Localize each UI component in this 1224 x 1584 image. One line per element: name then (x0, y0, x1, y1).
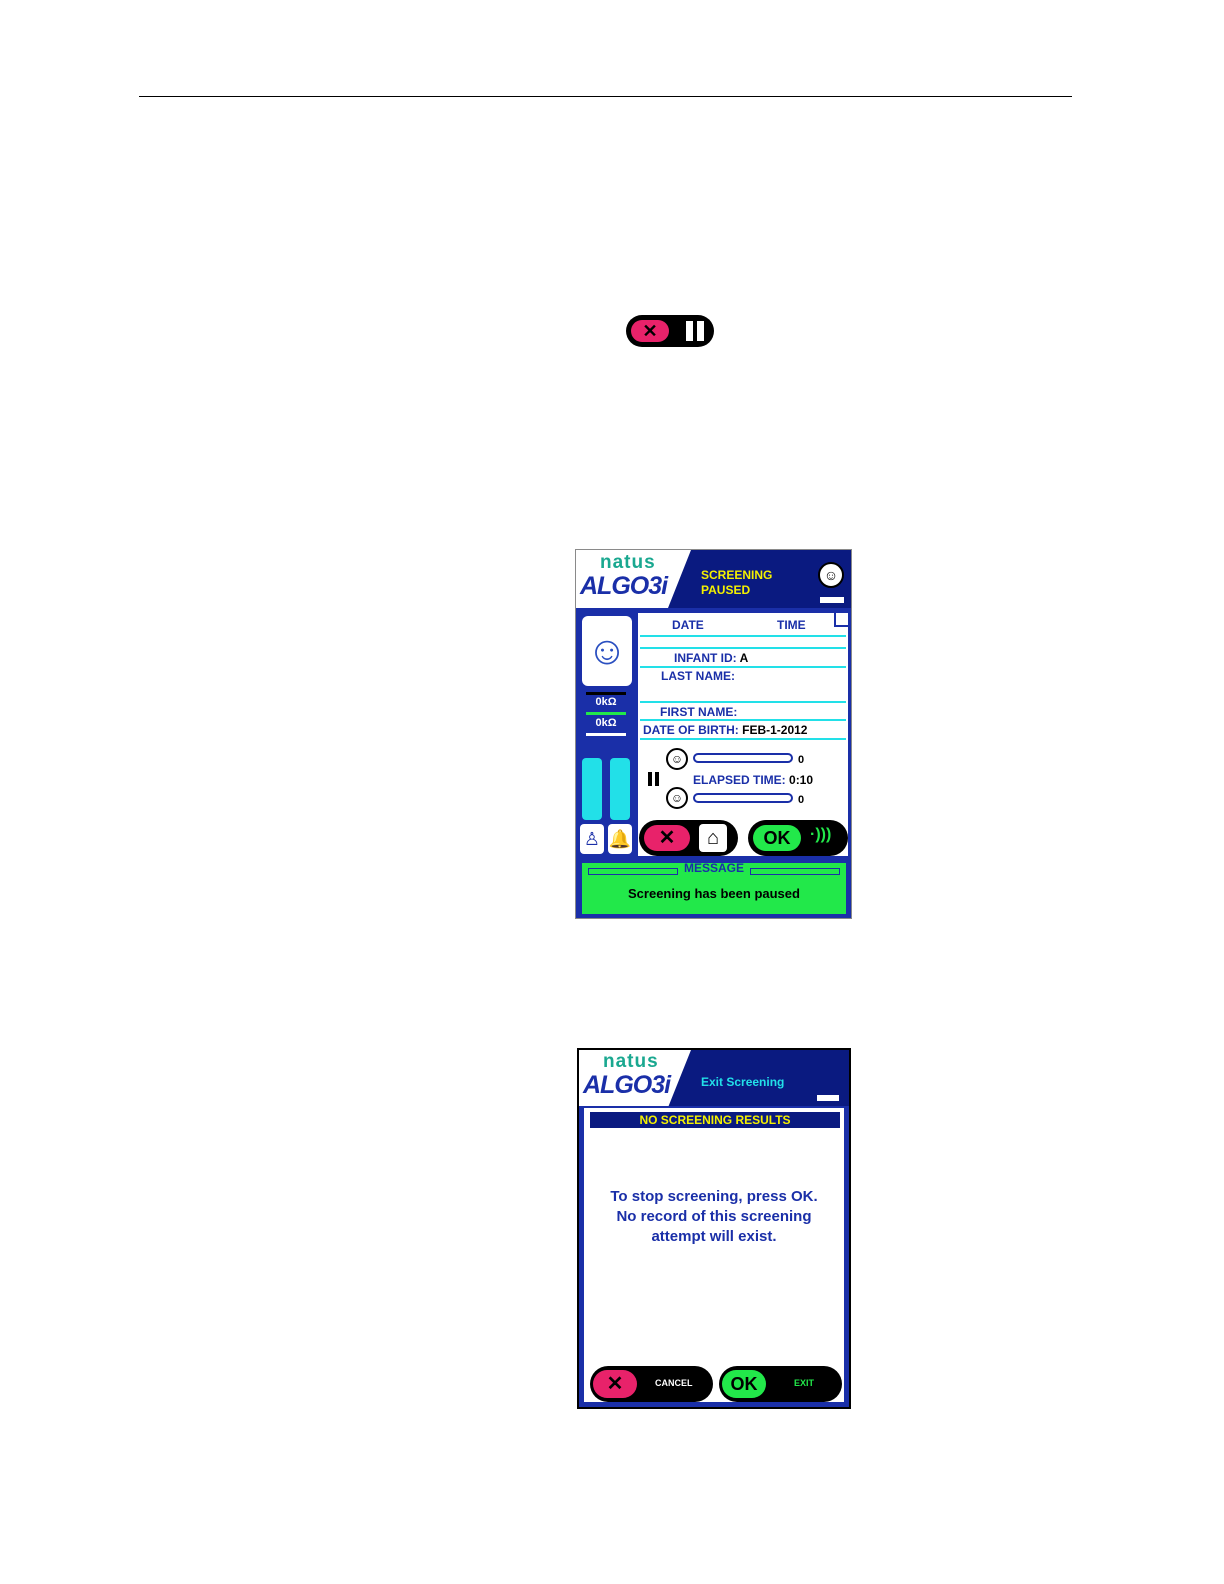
divider (640, 666, 846, 668)
exit-message: To stop screening, press OK. No record o… (584, 1187, 844, 1247)
infant-id-value: A (739, 651, 749, 665)
cancel-pause-button-pill[interactable]: ✕ (626, 315, 714, 347)
pause-icon[interactable] (684, 321, 706, 341)
exit-label[interactable]: EXIT (794, 1378, 814, 1388)
date-label: DATE (672, 618, 704, 632)
ear2-progress-bar (693, 793, 793, 803)
exit-message-line: attempt will exist. (651, 1228, 777, 1245)
impedance-bar-3 (586, 733, 626, 736)
screen-header: natus ALGO3i Exit Screening (579, 1050, 849, 1106)
ok-button[interactable]: OK (753, 825, 801, 851)
ear1-progress-bar (693, 753, 793, 763)
bell-icon-button[interactable]: 🔔 (608, 824, 632, 854)
brand-natus: natus (600, 552, 656, 573)
exit-dialog-body: NO SCREENING RESULTS To stop screening, … (584, 1108, 844, 1402)
ear1-face-icon: ☺ (666, 748, 688, 770)
signal-bar-right (610, 758, 630, 820)
brand-algo: ALGO3i (583, 1071, 671, 1099)
infant-icon-button[interactable]: ♙ (580, 824, 604, 854)
exit-screening-screen: natus ALGO3i Exit Screening NO SCREENING… (577, 1048, 851, 1409)
elapsed-time-field: ELAPSED TIME: 0:10 (693, 773, 813, 787)
ear1-progress-value: 0 (798, 754, 805, 766)
status-line-2: PAUSED (701, 583, 751, 597)
exit-message-line: To stop screening, press OK. (610, 1188, 818, 1205)
cancel-x-icon[interactable]: ✕ (593, 1370, 637, 1398)
baby-headphones-icon: ☺ (582, 616, 632, 686)
message-title: MESSAGE (683, 861, 744, 875)
brand-algo: ALGO3i (580, 572, 668, 600)
ok-button[interactable]: OK (722, 1370, 766, 1398)
pause-status-icon (648, 772, 660, 786)
infant-id-label: INFANT ID: (674, 651, 737, 665)
sound-waves-icon: ·))) (810, 826, 832, 843)
elapsed-value: 0:10 (789, 773, 814, 787)
ok-pill: OK ·))) (748, 820, 848, 856)
page-header-rule (139, 96, 1072, 97)
brand-logo: natus ALGO3i (576, 550, 691, 608)
first-name-label: FIRST NAME: (660, 705, 738, 719)
page-corner-icon (834, 613, 848, 627)
elapsed-label: ELAPSED TIME: (693, 773, 786, 787)
screen-header: natus ALGO3i SCREENING PAUSED ☺ (576, 550, 851, 608)
no-results-banner: NO SCREENING RESULTS (590, 1112, 840, 1128)
impedance-value-1: 0kΩ (595, 696, 617, 708)
infant-id-field: INFANT ID: A (674, 651, 748, 665)
ear2-face-icon: ☺ (666, 787, 688, 809)
screening-paused-screen: natus ALGO3i SCREENING PAUSED ☺ ☺ 0kΩ 0k… (575, 549, 852, 919)
dob-label: DATE OF BIRTH: (643, 723, 739, 737)
cancel-x-button[interactable]: ✕ (644, 825, 690, 851)
home-icon-button[interactable]: ⌂ (699, 824, 727, 852)
cancel-home-pill: ✕ ⌂ (639, 820, 738, 856)
brand-logo: natus ALGO3i (579, 1050, 691, 1106)
cancel-label[interactable]: CANCEL (655, 1378, 693, 1388)
ok-exit-pill[interactable]: OK EXIT (719, 1366, 842, 1402)
divider (640, 635, 846, 637)
status-line-1: SCREENING (701, 568, 773, 582)
time-label: TIME (777, 618, 806, 632)
infant-info-panel: DATE TIME INFANT ID: A LAST NAME: FIRST … (638, 613, 848, 856)
signal-bar-left (582, 758, 602, 820)
divider (640, 719, 846, 721)
cancel-x-icon[interactable]: ✕ (631, 320, 669, 342)
brand-natus: natus (603, 1051, 659, 1072)
impedance-bar-1 (586, 692, 626, 695)
battery-icon (817, 1095, 839, 1101)
left-status-panel: ☺ 0kΩ 0kΩ ♙ 🔔 (580, 614, 634, 857)
infant-face-icon[interactable]: ☺ (818, 562, 844, 588)
divider (640, 647, 846, 649)
dob-field: DATE OF BIRTH: FEB-1-2012 (643, 723, 807, 737)
divider (640, 701, 846, 703)
impedance-value-2: 0kΩ (595, 717, 617, 729)
exit-message-line: No record of this screening (616, 1208, 812, 1225)
divider (640, 738, 846, 740)
message-text: Screening has been paused (628, 886, 800, 901)
header-title: Exit Screening (701, 1075, 785, 1089)
dob-value: FEB-1-2012 (742, 723, 808, 737)
message-box: MESSAGE Screening has been paused (580, 861, 848, 916)
battery-icon (820, 597, 844, 603)
cancel-pill[interactable]: ✕ CANCEL (590, 1366, 713, 1402)
impedance-bar-2 (586, 712, 626, 715)
ear2-progress-value: 0 (798, 794, 805, 806)
last-name-label: LAST NAME: (661, 669, 735, 683)
